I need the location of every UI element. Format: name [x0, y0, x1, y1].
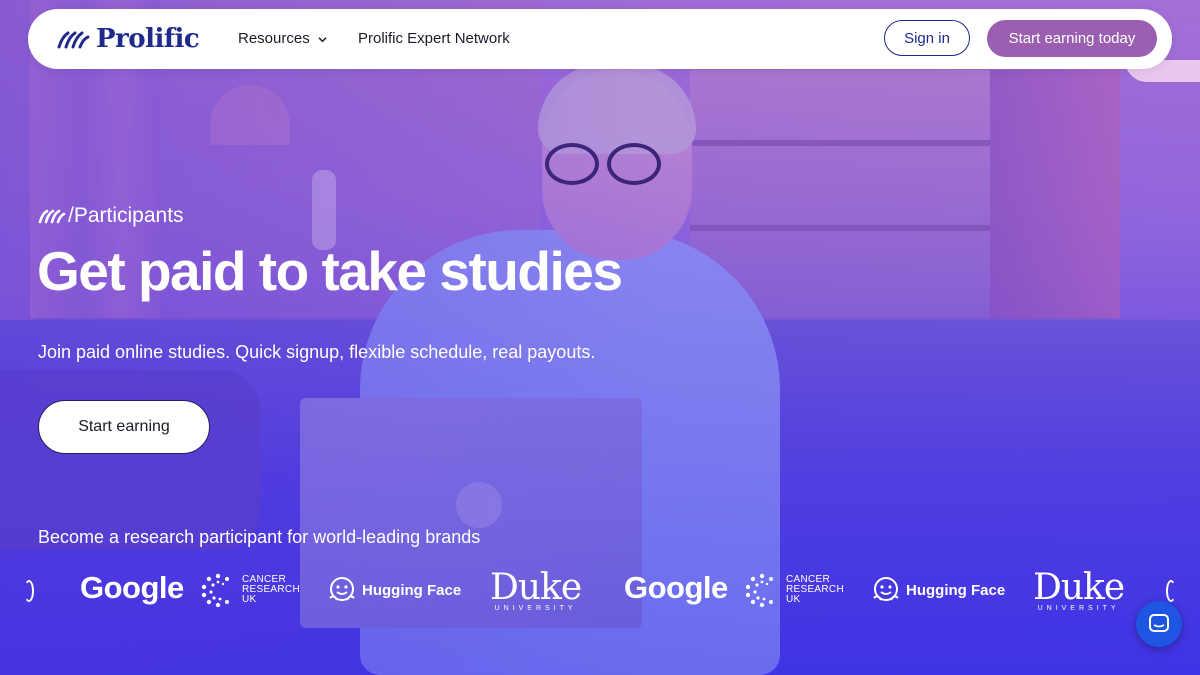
hugging-face-label: Hugging Face: [906, 581, 1006, 599]
chevron-down-icon: [318, 36, 327, 42]
nav-expert-network-link[interactable]: Prolific Expert Network: [358, 30, 510, 48]
partial-logo: [1166, 580, 1176, 602]
hugging-face-label: Hugging Face: [362, 581, 462, 599]
start-earning-label: Start earning: [78, 418, 170, 435]
partial-logo: [24, 580, 34, 602]
breadcrumb-label: /Participants: [68, 204, 184, 227]
chat-launcher-button[interactable]: [1136, 601, 1182, 647]
hugging-face-logo: Hugging Face: [872, 576, 1005, 604]
cancer-research-dots-icon: [745, 573, 773, 608]
sign-in-label: Sign in: [904, 29, 950, 47]
top-navbar: Prolific Resources Prolific Expert Netwo…: [28, 9, 1172, 69]
prolific-fan-icon: [57, 31, 90, 49]
sign-in-button[interactable]: Sign in: [884, 20, 970, 56]
duke-university-logo: Duke UNIVERSITY: [490, 567, 582, 613]
logo-wordmark: Prolific: [96, 24, 200, 54]
cancer-research-uk-logo: CANCER RESEARCH UK: [744, 572, 844, 608]
duke-wordmark: Duke: [1033, 567, 1125, 608]
google-logo: Google: [80, 570, 184, 605]
start-earning-today-button[interactable]: Start earning today: [987, 20, 1157, 57]
chat-icon: [1149, 614, 1169, 632]
cancer-research-uk-logo: CANCER RESEARCH UK: [200, 572, 300, 608]
duke-university-logo: Duke UNIVERSITY: [1033, 567, 1125, 613]
hugging-face-icon: [873, 577, 899, 601]
nav-resources-menu[interactable]: Resources: [238, 30, 327, 48]
start-earning-button[interactable]: Start earning: [38, 400, 210, 454]
hugging-face-logo: Hugging Face: [328, 576, 461, 604]
start-earning-today-label: Start earning today: [1008, 30, 1136, 47]
nav-resources-label: Resources: [238, 30, 310, 47]
brands-heading: Become a research participant for world-…: [38, 527, 481, 547]
page-title: Get paid to take studies: [37, 240, 623, 302]
hero-subtitle: Join paid online studies. Quick signup, …: [38, 342, 596, 362]
cr-line-3: UK: [786, 594, 801, 605]
google-logo: Google: [624, 570, 728, 605]
duke-wordmark: Duke: [490, 567, 582, 608]
duke-subtitle: UNIVERSITY: [494, 605, 577, 612]
cancer-research-dots-icon: [201, 573, 229, 608]
prolific-logo[interactable]: Prolific: [56, 24, 200, 54]
brand-logo-strip: Google CANCER RESEARCH UK Hugging Face D…: [0, 560, 1200, 620]
breadcrumb: /Participants: [38, 204, 184, 228]
hugging-face-icon: [329, 577, 355, 601]
prolific-fan-icon: [38, 209, 66, 224]
cr-line-3: UK: [242, 594, 257, 605]
nav-expert-network-label: Prolific Expert Network: [358, 30, 510, 47]
duke-subtitle: UNIVERSITY: [1037, 605, 1120, 612]
